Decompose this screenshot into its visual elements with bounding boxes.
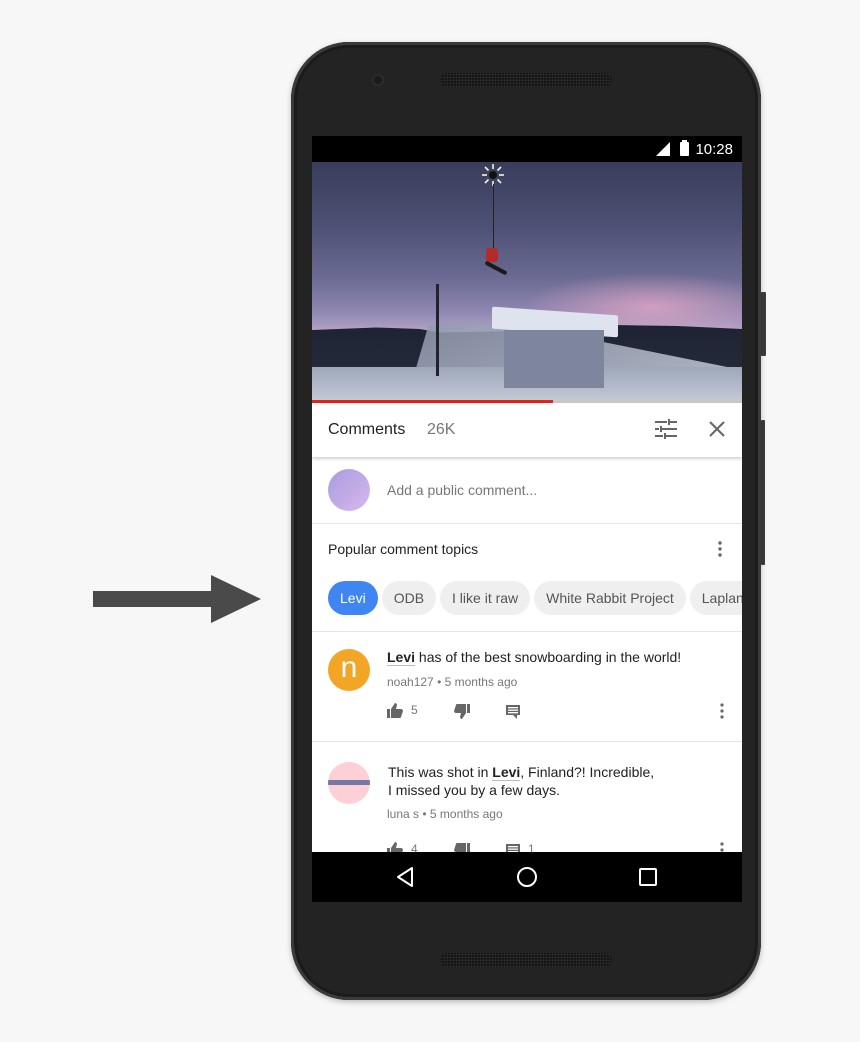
more-vert-icon[interactable]: [714, 540, 726, 558]
popular-topics: Popular comment topics Levi ODB I like i…: [312, 524, 742, 632]
comment-author[interactable]: luna s: [387, 807, 419, 821]
comments-header: Comments 26K: [312, 403, 742, 457]
thumbs-up-icon[interactable]: [387, 702, 403, 718]
tow-rope: [493, 184, 494, 248]
topic-chip-odb[interactable]: ODB: [381, 581, 437, 615]
front-camera: [372, 74, 384, 86]
comment-text: Levi has of the best snowboarding in the…: [387, 649, 682, 666]
reply-icon[interactable]: [505, 704, 521, 720]
topic-chip-i-like-it-raw[interactable]: I like it raw: [440, 581, 531, 615]
comment-meta: luna s • 5 months ago: [387, 807, 503, 821]
recents-icon[interactable]: [637, 866, 659, 888]
add-comment-row: Add a public comment...: [312, 457, 742, 524]
commenter-avatar[interactable]: [328, 762, 370, 804]
hut: [504, 330, 604, 388]
topic-highlight[interactable]: Levi: [492, 764, 521, 781]
add-comment-input[interactable]: Add a public comment...: [387, 482, 537, 498]
topic-chip-levi[interactable]: Levi: [328, 581, 378, 615]
close-icon[interactable]: [706, 418, 728, 440]
drone-icon: [482, 164, 504, 186]
commenter-avatar[interactable]: n: [328, 649, 370, 691]
phone-screen: 10:28 Comments 26K Add a public comment.…: [312, 136, 742, 902]
topic-highlight[interactable]: Levi: [387, 649, 416, 666]
comment-time: 5 months ago: [429, 807, 503, 821]
back-icon[interactable]: [395, 866, 417, 888]
status-time: 10:28: [695, 141, 733, 158]
comments-title: Comments: [328, 421, 406, 438]
comment-item: n Levi has of the best snowboarding in t…: [312, 632, 742, 742]
pointer-arrow-icon: [93, 575, 261, 623]
comment-time: 5 months ago: [444, 675, 518, 689]
topics-label: Popular comment topics: [328, 541, 479, 557]
topic-chips: Levi ODB I like it raw White Rabbit Proj…: [328, 581, 742, 615]
sort-sliders-icon[interactable]: [655, 419, 677, 439]
more-vert-icon[interactable]: [717, 702, 727, 720]
comment-text: This was shot in Levi, Finland?! Incredi…: [388, 764, 655, 798]
stage: 10:28 Comments 26K Add a public comment.…: [0, 0, 860, 1042]
video-player[interactable]: [312, 162, 742, 402]
topic-chip-white-rabbit-project[interactable]: White Rabbit Project: [534, 581, 686, 615]
comment-author[interactable]: noah127: [387, 675, 434, 689]
home-icon[interactable]: [516, 866, 538, 888]
volume-button: [761, 420, 765, 565]
signal-icon: [656, 142, 670, 156]
battery-icon: [680, 140, 689, 156]
avatar-stripe: [328, 780, 370, 785]
light-pole: [436, 284, 439, 376]
thumbs-down-icon[interactable]: [454, 704, 470, 720]
like-count: 5: [411, 703, 418, 717]
earpiece-speaker: [440, 73, 612, 87]
android-nav-bar: [312, 852, 742, 902]
snowboarder: [486, 248, 498, 262]
comments-count: 26K: [427, 421, 456, 438]
user-avatar: [328, 469, 370, 511]
snowboard: [484, 260, 508, 276]
comment-actions: 5: [387, 702, 727, 722]
bottom-speaker: [440, 953, 612, 967]
status-bar: 10:28: [312, 136, 742, 162]
comment-meta: noah127 • 5 months ago: [387, 675, 518, 689]
power-button: [761, 292, 766, 356]
topic-chip-lapland[interactable]: Laplan: [689, 581, 742, 615]
